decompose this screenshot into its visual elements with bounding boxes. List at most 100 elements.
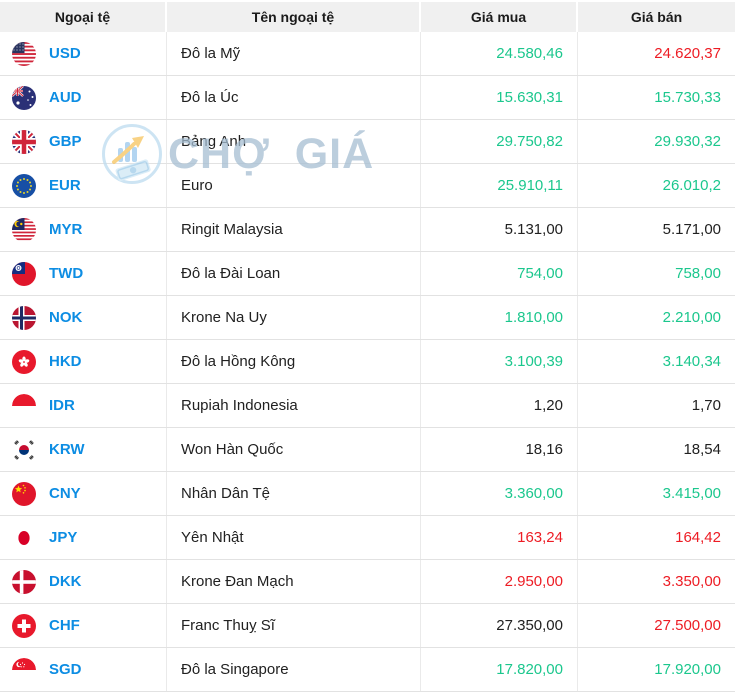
- buy-price: 1.810,00: [421, 296, 578, 339]
- currency-cell: IDR: [0, 384, 167, 427]
- sell-price: 17.920,00: [654, 661, 721, 678]
- currency-name: Krone Đan Mạch: [167, 560, 421, 603]
- buy-price: 25.910,11: [421, 164, 578, 207]
- currency-row: CNY Nhân Dân Tệ 3.360,00 3.415,00: [0, 472, 735, 516]
- currency-name: Ringit Malaysia: [167, 208, 421, 251]
- currency-code-link[interactable]: JPY: [49, 529, 77, 546]
- buy-price: 1,20: [421, 384, 578, 427]
- buy-price: 18,16: [421, 428, 578, 471]
- currency-cell: CNY: [0, 472, 167, 515]
- currency-code-link[interactable]: MYR: [49, 221, 82, 238]
- currency-cell: DKK: [0, 560, 167, 603]
- flag-hkd: [12, 349, 36, 374]
- table-body: USD Đô la Mỹ 24.580,46 24.620,37 AUD Đô …: [0, 32, 735, 692]
- currency-cell: TWD: [0, 252, 167, 295]
- currency-code-link[interactable]: TWD: [49, 265, 83, 282]
- col-header-buy-price: Giá mua: [421, 2, 578, 32]
- currency-row: CHF Franc Thuỵ Sĩ 27.350,00 27.500,00: [0, 604, 735, 648]
- currency-row: MYR Ringit Malaysia 5.131,00 5.171,00: [0, 208, 735, 252]
- currency-name: Bảng Anh: [167, 120, 421, 163]
- currency-code-link[interactable]: CHF: [49, 617, 80, 634]
- buy-price: 754,00: [421, 252, 578, 295]
- currency-row: JPY Yên Nhật 163,24 164,42: [0, 516, 735, 560]
- currency-code-link[interactable]: AUD: [49, 89, 82, 106]
- buy-price: 163,24: [421, 516, 578, 559]
- currency-row: DKK Krone Đan Mạch 2.950,00 3.350,00: [0, 560, 735, 604]
- currency-name: Franc Thuỵ Sĩ: [167, 604, 421, 647]
- flag-twd: [12, 261, 36, 286]
- flag-eur: [12, 173, 36, 198]
- currency-row: USD Đô la Mỹ 24.580,46 24.620,37: [0, 32, 735, 76]
- currency-cell: CHF: [0, 604, 167, 647]
- currency-cell: JPY: [0, 516, 167, 559]
- currency-cell: SGD: [0, 648, 167, 691]
- currency-name: Đô la Singapore: [167, 648, 421, 691]
- exchange-rate-table: Ngoại tệ Tên ngoại tệ Giá mua Giá bán US…: [0, 2, 735, 692]
- currency-code-link[interactable]: DKK: [49, 573, 82, 590]
- flag-gbp: [12, 129, 36, 154]
- currency-code-link[interactable]: IDR: [49, 397, 75, 414]
- currency-name: Đô la Đài Loan: [167, 252, 421, 295]
- currency-code-link[interactable]: EUR: [49, 177, 81, 194]
- buy-price: 29.750,82: [421, 120, 578, 163]
- currency-row: AUD Đô la Úc 15.630,31 15.730,33: [0, 76, 735, 120]
- currency-code-link[interactable]: USD: [49, 45, 81, 62]
- sell-price: 1,70: [691, 397, 721, 414]
- sell-price: 27.500,00: [654, 617, 721, 634]
- sell-price: 2.210,00: [662, 309, 721, 326]
- currency-code-link[interactable]: NOK: [49, 309, 82, 326]
- flag-jpy: [12, 525, 36, 550]
- sell-price: 758,00: [675, 265, 721, 282]
- currency-cell: KRW: [0, 428, 167, 471]
- buy-price: 3.100,39: [421, 340, 578, 383]
- col-header-sell-price: Giá bán: [578, 2, 735, 32]
- flag-krw: [12, 437, 36, 462]
- currency-code-link[interactable]: KRW: [49, 441, 85, 458]
- buy-price: 27.350,00: [421, 604, 578, 647]
- currency-name: Krone Na Uy: [167, 296, 421, 339]
- currency-code-link[interactable]: GBP: [49, 133, 82, 150]
- currency-row: KRW Won Hàn Quốc 18,16 18,54: [0, 428, 735, 472]
- currency-name: Đô la Hồng Kông: [167, 340, 421, 383]
- currency-cell: HKD: [0, 340, 167, 383]
- currency-name: Đô la Úc: [167, 76, 421, 119]
- table-header: Ngoại tệ Tên ngoại tệ Giá mua Giá bán: [0, 2, 735, 32]
- currency-row: SGD Đô la Singapore 17.820,00 17.920,00: [0, 648, 735, 692]
- currency-code-link[interactable]: HKD: [49, 353, 82, 370]
- sell-price: 18,54: [683, 441, 721, 458]
- buy-price: 17.820,00: [421, 648, 578, 691]
- sell-price: 15.730,33: [654, 89, 721, 106]
- currency-name: Nhân Dân Tệ: [167, 472, 421, 515]
- currency-cell: GBP: [0, 120, 167, 163]
- sell-price: 29.930,32: [654, 133, 721, 150]
- flag-nok: [12, 305, 36, 330]
- currency-row: NOK Krone Na Uy 1.810,00 2.210,00: [0, 296, 735, 340]
- currency-row: HKD Đô la Hồng Kông 3.100,39 3.140,34: [0, 340, 735, 384]
- currency-cell: MYR: [0, 208, 167, 251]
- buy-price: 5.131,00: [421, 208, 578, 251]
- currency-row: EUR Euro 25.910,11 26.010,2: [0, 164, 735, 208]
- currency-row: TWD Đô la Đài Loan 754,00 758,00: [0, 252, 735, 296]
- sell-price: 26.010,2: [662, 177, 721, 194]
- flag-aud: [12, 85, 36, 110]
- currency-name: Yên Nhật: [167, 516, 421, 559]
- currency-code-link[interactable]: CNY: [49, 485, 81, 502]
- currency-name: Euro: [167, 164, 421, 207]
- flag-chf: [12, 613, 36, 638]
- sell-price: 3.350,00: [662, 573, 721, 590]
- currency-cell: NOK: [0, 296, 167, 339]
- currency-name: Rupiah Indonesia: [167, 384, 421, 427]
- sell-price: 164,42: [675, 529, 721, 546]
- currency-cell: AUD: [0, 76, 167, 119]
- sell-price: 24.620,37: [654, 45, 721, 62]
- buy-price: 24.580,46: [421, 32, 578, 75]
- currency-cell: USD: [0, 32, 167, 75]
- currency-cell: EUR: [0, 164, 167, 207]
- sell-price: 3.415,00: [662, 485, 721, 502]
- flag-dkk: [12, 569, 36, 594]
- currency-code-link[interactable]: SGD: [49, 661, 82, 678]
- buy-price: 15.630,31: [421, 76, 578, 119]
- flag-usd: [12, 41, 36, 66]
- currency-row: IDR Rupiah Indonesia 1,20 1,70: [0, 384, 735, 428]
- buy-price: 3.360,00: [421, 472, 578, 515]
